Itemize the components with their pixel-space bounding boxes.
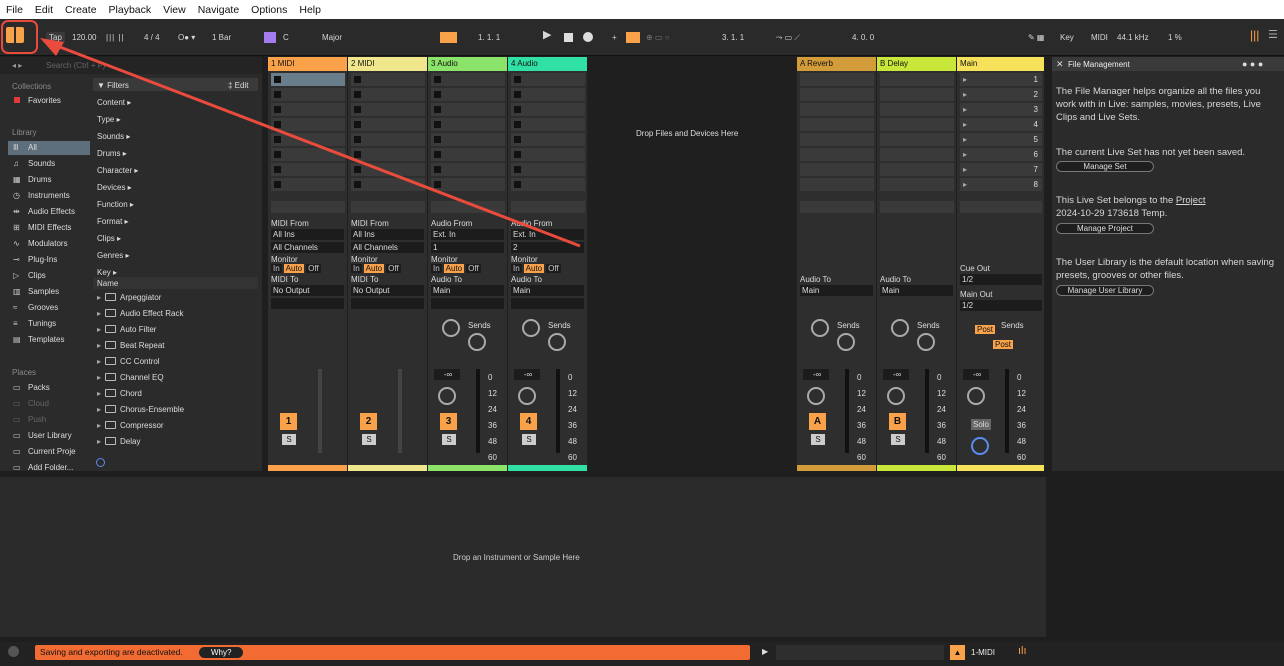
arrow-annotation — [40, 38, 581, 248]
